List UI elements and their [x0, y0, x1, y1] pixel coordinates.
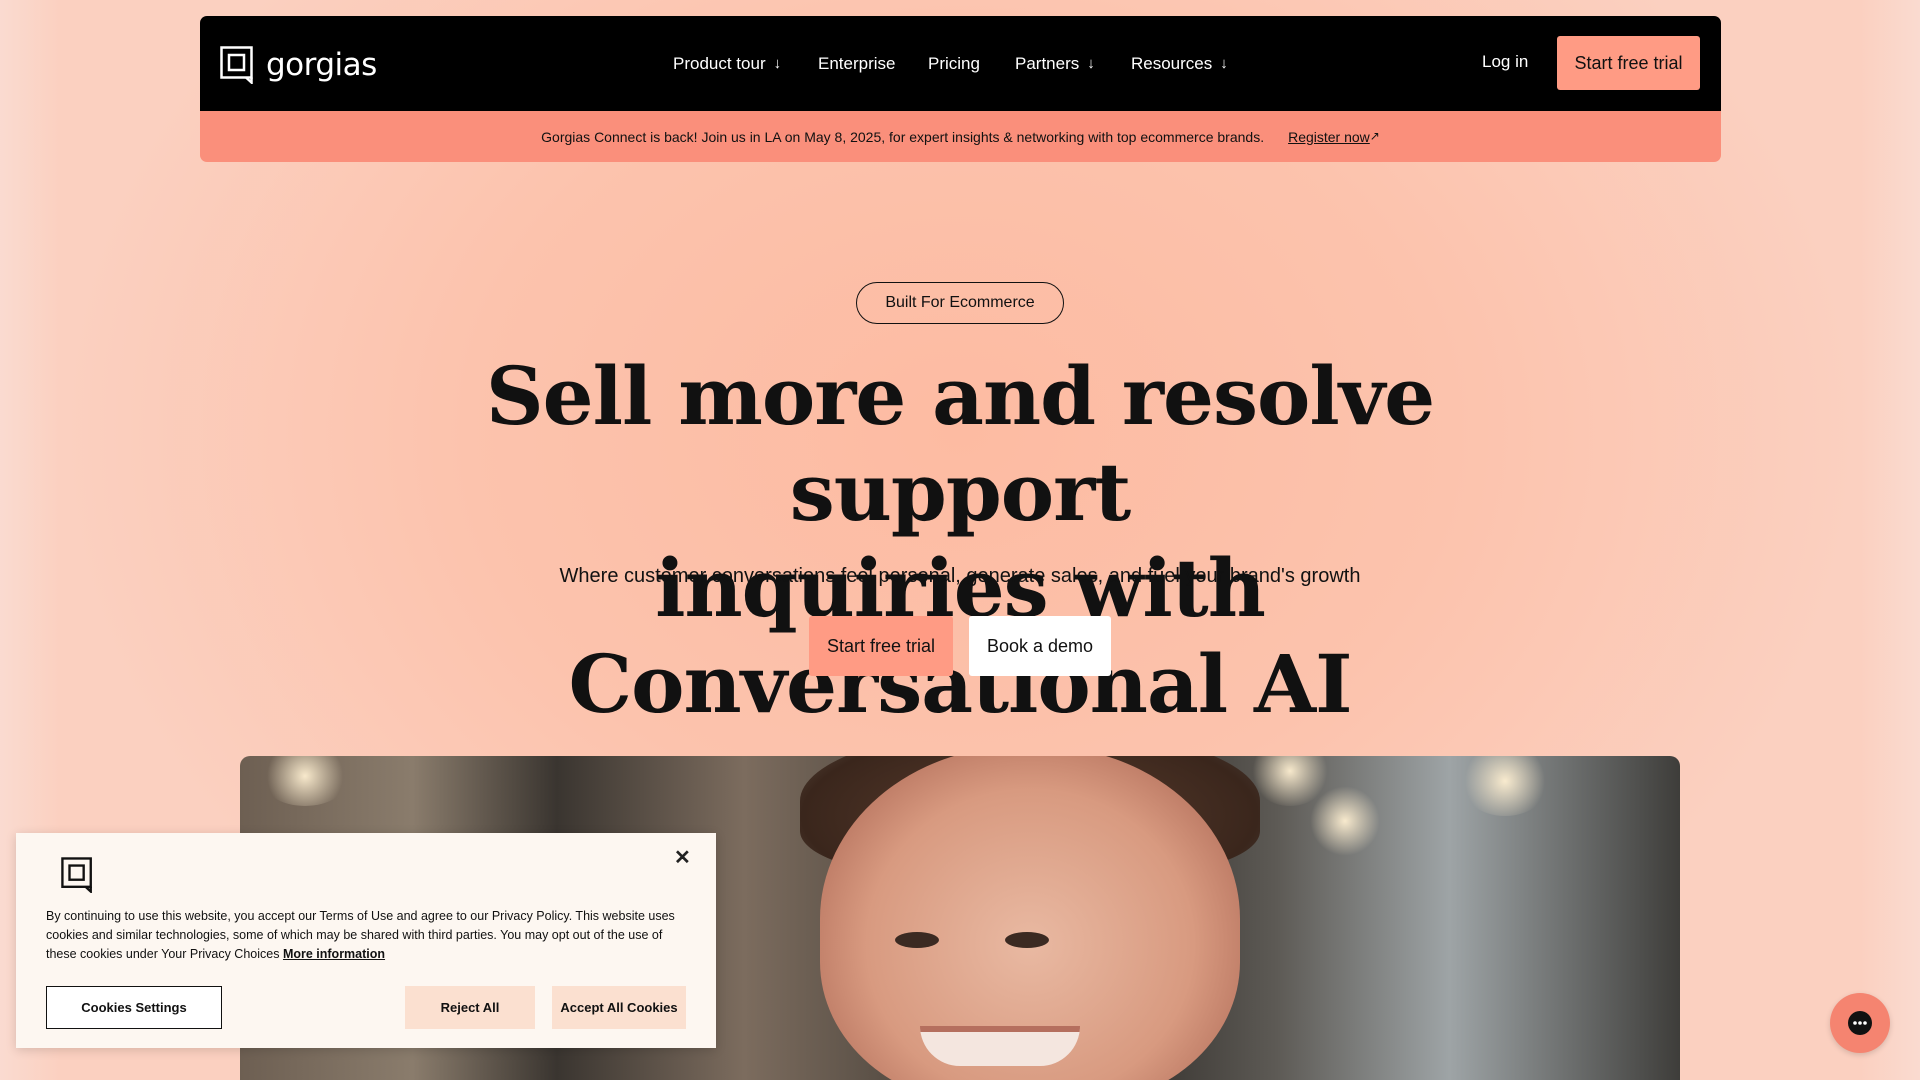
- start-free-trial-button[interactable]: Start free trial: [1557, 36, 1700, 90]
- gorgias-logo-icon: [220, 46, 253, 84]
- hero-start-free-trial-button[interactable]: Start free trial: [809, 616, 953, 676]
- person-eye: [1005, 932, 1049, 948]
- hero-subtitle: Where customer conversations feel person…: [559, 565, 1361, 587]
- nav-enterprise[interactable]: Enterprise: [818, 54, 928, 74]
- background-edge-right: [1860, 0, 1920, 1080]
- person-eye: [895, 932, 939, 948]
- category-pill: Built For Ecommerce: [856, 282, 1064, 324]
- logo-wordmark: gorgias: [266, 47, 377, 83]
- nav-partners[interactable]: Partners ↓: [1015, 54, 1131, 74]
- nav-item-label: Partners: [1015, 53, 1080, 73]
- headline-line-1: Sell more and resolve support: [485, 349, 1435, 539]
- register-now-label: Register now: [1288, 128, 1370, 145]
- nav-item-label: Resources: [1131, 53, 1213, 73]
- background-light: [1460, 756, 1550, 816]
- gorgias-logo-icon: [61, 857, 92, 893]
- arrow-down-icon: ↓: [1220, 55, 1228, 72]
- background-light: [1310, 786, 1380, 856]
- chat-bubble-icon: [1848, 1011, 1872, 1035]
- nav-item-label: Pricing: [928, 53, 980, 73]
- nav-item-label: Product tour: [673, 53, 766, 73]
- external-link-icon: ↗: [1369, 128, 1380, 143]
- person-smile: [920, 1026, 1080, 1066]
- arrow-down-icon: ↓: [1087, 55, 1095, 72]
- close-icon[interactable]: ✕: [674, 845, 691, 870]
- announcement-text: Gorgias Connect is back! Join us in LA o…: [541, 128, 1265, 145]
- top-navigation-bar: gorgias Product tour ↓ Enterprise Pricin…: [200, 16, 1721, 111]
- accept-all-cookies-button[interactable]: Accept All Cookies: [552, 986, 686, 1029]
- announcement-banner: Gorgias Connect is back! Join us in LA o…: [200, 111, 1721, 162]
- cookie-notice-text: By continuing to use this website, you a…: [46, 907, 686, 964]
- gorgias-logo[interactable]: gorgias: [220, 46, 377, 84]
- more-information-link[interactable]: More information: [283, 947, 385, 961]
- arrow-down-icon: ↓: [773, 55, 782, 72]
- register-now-link[interactable]: Register now↗: [1288, 129, 1380, 145]
- chat-launcher-button[interactable]: [1830, 993, 1890, 1053]
- book-demo-button[interactable]: Book a demo: [969, 616, 1111, 676]
- reject-all-button[interactable]: Reject All: [405, 986, 535, 1029]
- cookie-consent-banner: ✕ By continuing to use this website, you…: [16, 833, 716, 1048]
- nav-pricing[interactable]: Pricing: [928, 54, 1015, 74]
- hero-headline: Sell more and resolve support inquiries …: [360, 348, 1560, 732]
- nav-resources[interactable]: Resources ↓: [1131, 54, 1241, 74]
- login-link[interactable]: Log in: [1482, 52, 1528, 72]
- nav-product-tour[interactable]: Product tour ↓: [673, 54, 818, 74]
- nav-item-label: Enterprise: [818, 53, 896, 73]
- cookies-settings-button[interactable]: Cookies Settings: [46, 986, 222, 1029]
- background-light: [260, 756, 350, 806]
- main-nav: Product tour ↓ Enterprise Pricing Partne…: [673, 16, 1241, 111]
